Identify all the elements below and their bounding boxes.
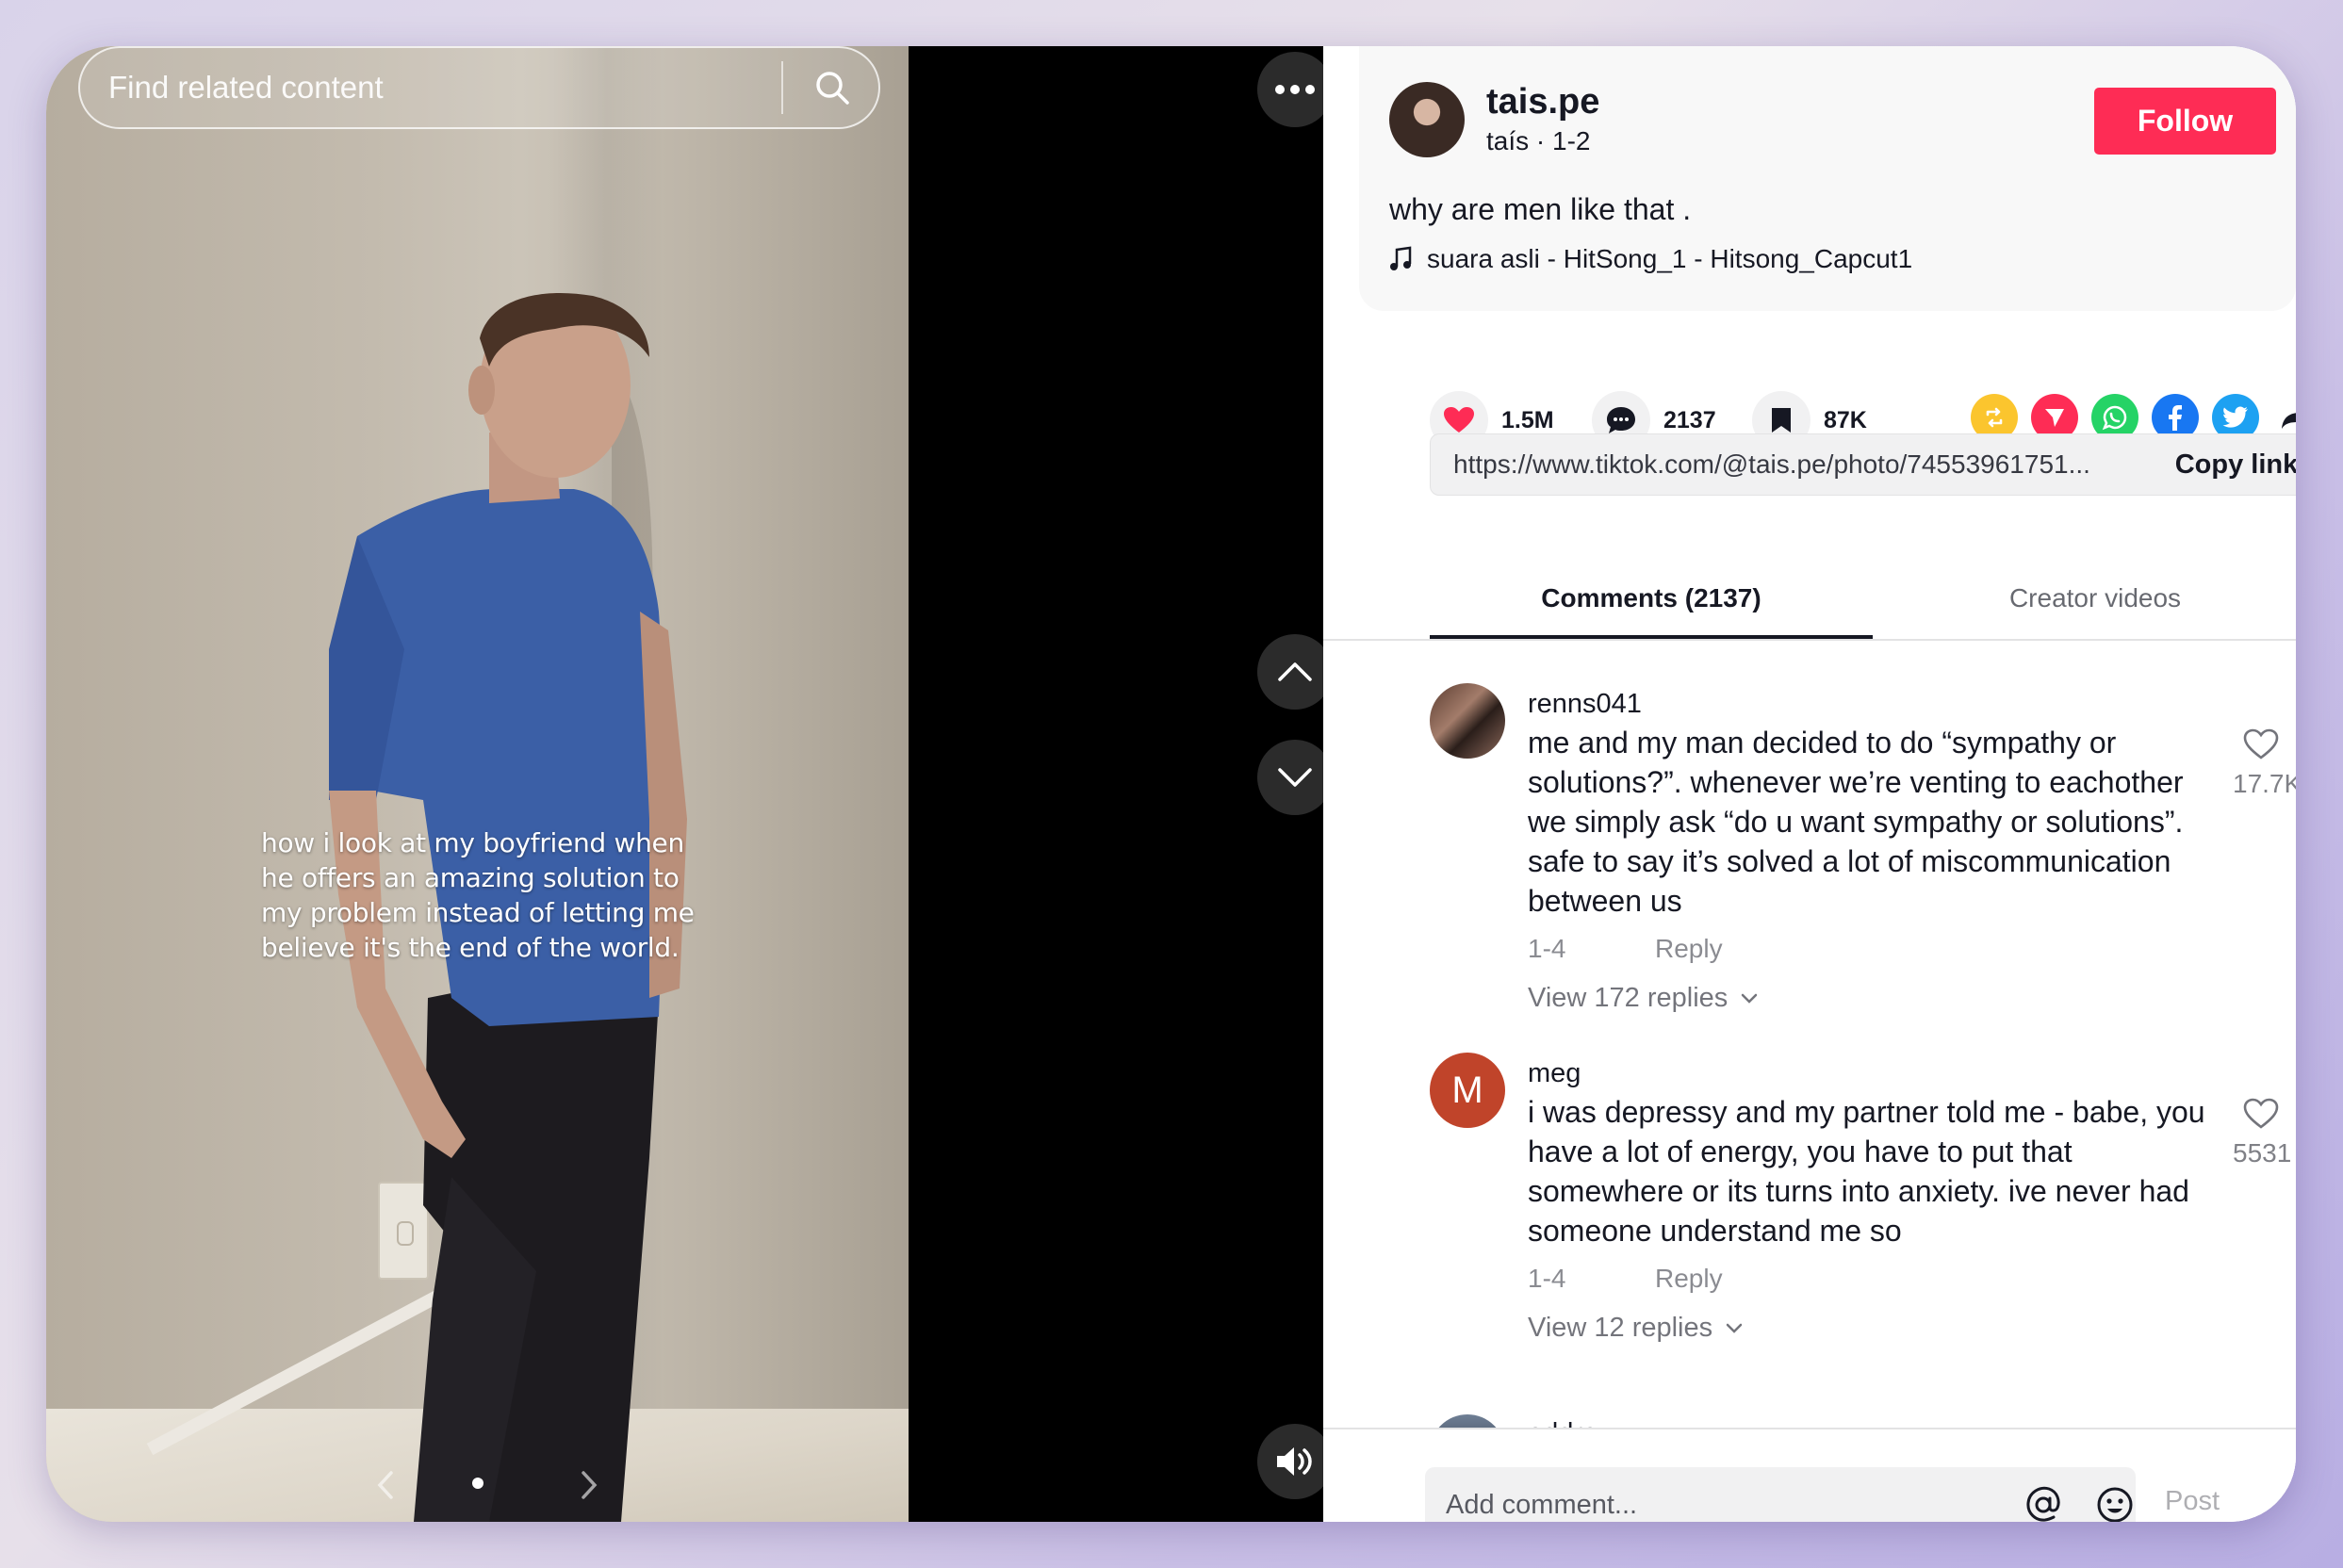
search-input[interactable] xyxy=(80,48,778,127)
emoji-icon xyxy=(2097,1487,2133,1522)
detail-panel: tais.pe taís · 1-2 Follow why are men li… xyxy=(1323,46,2296,1522)
photo-viewer[interactable]: how i look at my boyfriend when he offer… xyxy=(46,46,909,1522)
follow-button[interactable]: Follow xyxy=(2094,88,2276,155)
comment-date: 1-4 xyxy=(1528,1264,1566,1293)
heart-outline-icon xyxy=(2243,1098,2279,1129)
author-avatar[interactable] xyxy=(1389,82,1465,157)
reply-button[interactable]: Reply xyxy=(1655,934,1723,964)
carousel-next-button[interactable] xyxy=(570,1462,608,1509)
comment-list: renns041 me and my man decided to do “sy… xyxy=(1323,642,2296,1428)
comment-composer: Post xyxy=(1323,1428,2296,1522)
share-link-box: https://www.tiktok.com/@tais.pe/photo/74… xyxy=(1430,433,2296,496)
person-photo xyxy=(329,293,687,1522)
author-username[interactable]: tais.pe xyxy=(1486,82,1599,122)
mention-button[interactable] xyxy=(2021,1482,2066,1522)
carousel-dot[interactable] xyxy=(472,1478,483,1489)
chevron-up-icon xyxy=(1278,662,1312,681)
author-subline: taís · 1-2 xyxy=(1486,126,1591,155)
app-window: how i look at my boyfriend when he offer… xyxy=(46,46,2296,1522)
next-post-button[interactable] xyxy=(1257,740,1333,815)
comment-text: me and my man decided to do “sympathy or… xyxy=(1528,726,2184,918)
chevron-right-icon xyxy=(582,1471,598,1499)
tab-active-indicator xyxy=(1430,635,1873,639)
comment-avatar[interactable]: M xyxy=(1430,1053,1505,1128)
chevron-down-icon xyxy=(1742,993,1758,1004)
music-link[interactable]: suara asli - HitSong_1 - Hitsong_Capcut1 xyxy=(1389,244,1912,274)
search-box xyxy=(78,46,880,129)
previous-post-button[interactable] xyxy=(1257,634,1333,710)
music-note-icon xyxy=(1390,246,1412,270)
comment-avatar[interactable] xyxy=(1430,1414,1505,1428)
comment-count: 2137 xyxy=(1663,406,1716,433)
tab-comments[interactable]: Comments (2137) xyxy=(1430,583,1873,613)
music-title: suara asli - HitSong_1 - Hitsong_Capcut1 xyxy=(1427,244,1913,273)
tab-bar: Comments (2137) Creator videos xyxy=(1323,517,2296,641)
comment-like-count: 5531 xyxy=(2233,1138,2292,1168)
at-sign-icon xyxy=(2026,1486,2060,1522)
comment-input[interactable] xyxy=(1425,1467,2047,1522)
chevron-down-icon xyxy=(1726,1323,1743,1333)
comment-username[interactable]: meg xyxy=(1528,1058,1581,1089)
view-replies-button[interactable]: View 12 replies xyxy=(1528,1313,1743,1344)
heart-outline-icon xyxy=(2243,728,2279,760)
comment-avatar[interactable] xyxy=(1430,683,1505,759)
reply-button[interactable]: Reply xyxy=(1655,1264,1723,1294)
speaker-icon xyxy=(1277,1447,1312,1476)
more-options-button[interactable] xyxy=(1257,52,1333,127)
comment-text: i was depressy and my partner told me - … xyxy=(1528,1095,2205,1248)
save-count: 87K xyxy=(1824,406,1867,433)
search-divider xyxy=(781,61,783,114)
like-count: 1.5M xyxy=(1501,406,1554,433)
avatar-letter: M xyxy=(1451,1069,1483,1111)
comment-bubble-icon xyxy=(1607,407,1635,433)
photo-caption: how i look at my boyfriend when he offer… xyxy=(261,827,695,963)
comment-like[interactable]: 17.7K xyxy=(2233,728,2296,799)
chevron-left-icon xyxy=(377,1471,393,1499)
view-replies-label: View 172 replies xyxy=(1528,983,1729,1013)
search-button[interactable] xyxy=(796,54,868,122)
copy-link-button[interactable]: Copy link xyxy=(2156,434,2296,495)
search-icon xyxy=(816,72,849,105)
comment-date: 1-4 xyxy=(1528,934,1566,963)
share-link-url[interactable]: https://www.tiktok.com/@tais.pe/photo/74… xyxy=(1453,449,2113,480)
post-button[interactable]: Post xyxy=(2165,1486,2220,1517)
comment-username[interactable]: renns041 xyxy=(1528,689,1642,720)
comment-username[interactable]: oddrey xyxy=(1528,1418,1612,1428)
comment-like-count: 17.7K xyxy=(2233,769,2296,798)
post-description: why are men like that . xyxy=(1389,192,1692,226)
post-info-card: tais.pe taís · 1-2 Follow why are men li… xyxy=(1359,46,2296,311)
carousel-prev-button[interactable] xyxy=(367,1462,404,1509)
comment-input-wrapper xyxy=(1425,1467,2136,1522)
view-replies-button[interactable]: View 172 replies xyxy=(1528,983,1758,1014)
emoji-button[interactable] xyxy=(2092,1482,2138,1522)
view-replies-label: View 12 replies xyxy=(1528,1313,1713,1343)
comment-like[interactable]: 5531 xyxy=(2233,1098,2292,1168)
bookmark-icon xyxy=(1772,408,1791,433)
chevron-down-icon xyxy=(1278,768,1312,787)
heart-icon xyxy=(1444,407,1474,433)
video-nav-strip xyxy=(909,46,1333,1522)
volume-button[interactable] xyxy=(1257,1424,1333,1499)
more-dots-icon xyxy=(1275,85,1315,94)
tab-creator-videos[interactable]: Creator videos xyxy=(1873,583,2296,613)
